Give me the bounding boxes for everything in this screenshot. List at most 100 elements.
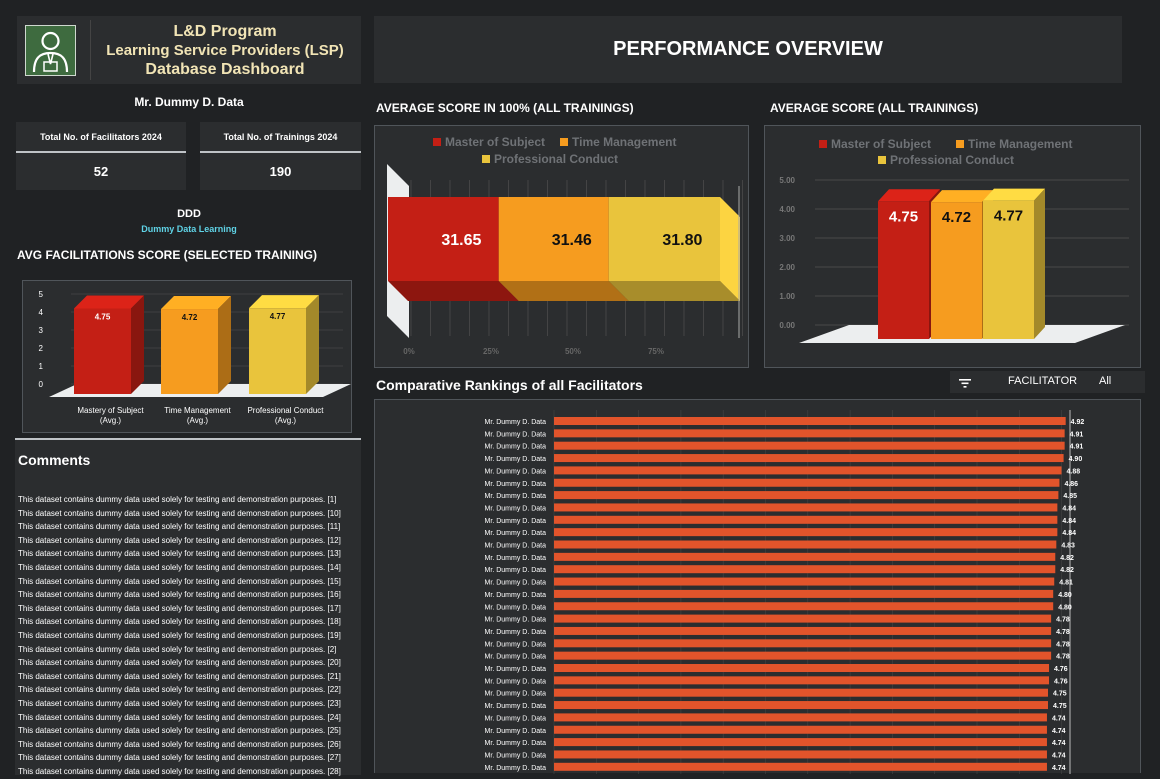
data-label: 4.84 xyxy=(1062,530,1076,537)
bar xyxy=(554,688,1048,697)
comment-item: This dataset contains dummy data used so… xyxy=(18,590,341,600)
data-label: 4.75 xyxy=(95,313,111,322)
data-label: 4.78 xyxy=(1056,654,1070,661)
comments-title: Comments xyxy=(18,452,91,468)
kpi-facilitators-value: 52 xyxy=(93,164,109,179)
y-tick-label: 1 xyxy=(39,362,44,371)
data-label: 4.74 xyxy=(1052,765,1066,772)
comment-item: This dataset contains dummy data used so… xyxy=(18,535,341,545)
comment-item: This dataset contains dummy data used so… xyxy=(18,739,341,749)
data-label: 4.80 xyxy=(1058,604,1072,611)
x-tick-label: (Avg.) xyxy=(275,416,297,425)
y-tick-label: Mr. Dummy D. Data xyxy=(485,715,547,722)
comment-item: This dataset contains dummy data used so… xyxy=(18,712,341,722)
data-label: 4.80 xyxy=(1058,592,1072,599)
data-label: 4.91 xyxy=(1070,431,1084,438)
bar xyxy=(554,552,1056,561)
x-tick-label: Mastery of Subject xyxy=(77,406,144,415)
bar xyxy=(554,503,1058,512)
rankings-svg: Mr. Dummy D. Data 4.92 Mr. Dummy D. Data 4.… xyxy=(485,410,1085,774)
y-tick-label: Mr. Dummy D. Data xyxy=(485,481,547,488)
data-label: 4.75 xyxy=(1053,691,1067,698)
comment-item: This dataset contains dummy data used so… xyxy=(18,617,341,627)
bar xyxy=(554,417,1066,425)
data-label: 31.80 xyxy=(662,232,702,249)
legend-swatch xyxy=(482,155,490,163)
data-label: 4.75 xyxy=(889,208,918,225)
y-tick-label: 4 xyxy=(39,308,44,317)
kpi-trainings-label: Total No. of Trainings 2024 xyxy=(223,132,338,142)
rankings-chart: Mr. Dummy D. Data 4.92 Mr. Dummy D. Data 4.… xyxy=(374,399,1141,774)
comment-item: This dataset contains dummy data used so… xyxy=(18,563,341,572)
y-tick-label: Mr. Dummy D. Data xyxy=(485,505,547,512)
y-tick-label: Mr. Dummy D. Data xyxy=(485,567,547,574)
y-tick-label: 3 xyxy=(39,326,44,335)
kpi-trainings: Total No. of Trainings 2024 190 xyxy=(200,122,361,190)
title-line-3: Database Dashboard xyxy=(145,61,305,78)
bar-bottom xyxy=(498,281,629,301)
comment-item: This dataset contains dummy data used so… xyxy=(18,549,341,559)
bar xyxy=(554,639,1052,648)
org-code: DDD xyxy=(177,208,201,220)
y-tick-label: Mr. Dummy D. Data xyxy=(485,666,547,673)
data-label: 4.74 xyxy=(1052,715,1066,722)
data-label: 4.74 xyxy=(1052,728,1066,735)
avg-facilitation-chart: 0 1 2 3 4 5 4.75 Mastery of Subject (Avg.) 4.72 Ti… xyxy=(22,280,352,433)
comment-item: This dataset contains dummy data used so… xyxy=(18,576,341,586)
y-tick-label: 2.00 xyxy=(779,263,795,272)
bar-bottom xyxy=(608,281,740,301)
bar xyxy=(554,626,1052,635)
y-tick-label: Mr. Dummy D. Data xyxy=(485,419,547,426)
bar xyxy=(554,454,1064,463)
data-label: 4.92 xyxy=(1071,419,1085,426)
avg-100-title: AVERAGE SCORE IN 100% (ALL TRAININGS) xyxy=(376,101,634,115)
comment-item: This dataset contains dummy data used so… xyxy=(18,631,341,640)
y-tick-label: Mr. Dummy D. Data xyxy=(485,431,547,438)
y-tick-label: Mr. Dummy D. Data xyxy=(485,493,547,500)
y-tick-label: Mr. Dummy D. Data xyxy=(485,444,547,451)
data-label: 31.65 xyxy=(441,232,481,249)
y-tick-label: 1.00 xyxy=(779,292,795,301)
page-title: PERFORMANCE OVERVIEW xyxy=(613,38,883,60)
y-tick-label: Mr. Dummy D. Data xyxy=(485,456,547,463)
avg-facilitation-title: AVG FACILITATIONS SCORE (SELECTED TRAINI… xyxy=(17,248,317,262)
y-tick-label: Mr. Dummy D. Data xyxy=(485,555,547,562)
data-label: 4.76 xyxy=(1054,678,1068,685)
bar xyxy=(554,565,1056,574)
bar xyxy=(554,429,1065,438)
bar xyxy=(554,738,1047,747)
x-tick-label: Professional Conduct xyxy=(247,406,324,415)
avg-all-title: AVERAGE SCORE (ALL TRAININGS) xyxy=(770,101,979,115)
x-tick-label: (Avg.) xyxy=(100,416,122,425)
comment-item: This dataset contains dummy data used so… xyxy=(18,658,341,668)
avg-100-svg: Master of Subject Time Management Professi… xyxy=(387,135,763,356)
comment-item: This dataset contains dummy data used so… xyxy=(18,671,341,681)
avg-100-chart: Master of Subject Time Management Professi… xyxy=(374,125,763,368)
y-tick-label: 2 xyxy=(39,344,44,353)
legend-swatch xyxy=(819,140,827,148)
y-tick-label: Mr. Dummy D. Data xyxy=(485,752,547,759)
filter-value[interactable]: All xyxy=(1099,375,1111,387)
comments-panel: Comments This dataset contains dummy dat… xyxy=(15,438,361,776)
bar xyxy=(554,602,1054,611)
y-tick-label: 5 xyxy=(39,290,44,299)
legend-label: Professional Conduct xyxy=(890,153,1014,167)
y-tick-label: 3.00 xyxy=(779,234,795,243)
bar xyxy=(554,528,1058,537)
kpi-trainings-value: 190 xyxy=(269,164,292,179)
y-tick-label: Mr. Dummy D. Data xyxy=(485,765,547,772)
data-label: 31.46 xyxy=(552,232,592,249)
title-line-2: Learning Service Providers (LSP) xyxy=(106,42,344,59)
x-tick-label: Time Management xyxy=(164,406,231,415)
data-label: 4.74 xyxy=(1052,752,1066,759)
comment-item: This dataset contains dummy data used so… xyxy=(18,603,341,613)
bar-side xyxy=(306,295,319,394)
bar xyxy=(554,577,1055,586)
y-tick-label: Mr. Dummy D. Data xyxy=(485,703,547,710)
x-tick-label: 25% xyxy=(483,347,499,356)
data-label: 4.91 xyxy=(1070,444,1084,451)
bar xyxy=(554,589,1054,598)
y-tick-label: Mr. Dummy D. Data xyxy=(485,468,547,475)
data-label: 4.84 xyxy=(1062,505,1076,512)
filter-icon[interactable] xyxy=(958,376,972,394)
